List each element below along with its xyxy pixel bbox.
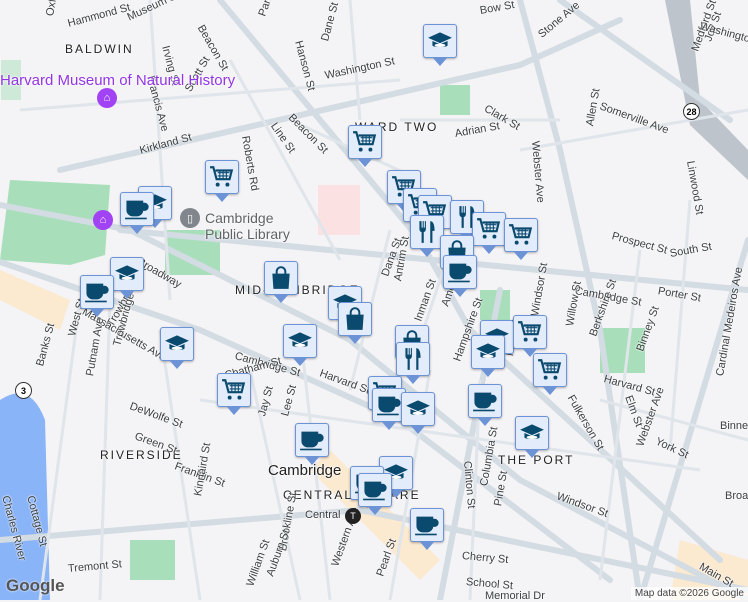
marker-pointer	[411, 426, 425, 434]
place-marker-coffee[interactable]	[295, 423, 329, 465]
place-marker-cart[interactable]	[348, 125, 382, 167]
cart-icon	[205, 160, 239, 194]
street-label: Binney St	[720, 420, 748, 432]
place-marker-cart[interactable]	[504, 218, 538, 260]
place-marker-coffee[interactable]	[80, 275, 114, 317]
marker-pointer	[433, 58, 447, 66]
museum-icon[interactable]: ⌂	[93, 210, 113, 230]
google-logo[interactable]: Google	[6, 576, 65, 596]
marker-pointer	[368, 507, 382, 515]
coffee-icon	[468, 384, 502, 418]
coffee-icon	[410, 508, 444, 542]
street-label: Memorial Dr	[485, 590, 545, 602]
bag-icon	[264, 261, 298, 295]
place-marker-school[interactable]	[110, 257, 144, 299]
museum-icon[interactable]: ⌂	[97, 88, 117, 108]
marker-pointer	[348, 336, 362, 344]
map-attribution[interactable]: Map data ©2026 Google	[630, 587, 748, 600]
place-marker-cart[interactable]	[205, 160, 239, 202]
school-icon	[471, 335, 505, 369]
library-label[interactable]: Cambridge Public Library	[205, 210, 305, 242]
place-marker-coffee[interactable]	[120, 192, 154, 234]
marker-pointer	[382, 422, 396, 430]
neighborhood-label: BALDWIN	[65, 42, 134, 56]
place-marker-coffee[interactable]	[443, 255, 477, 297]
place-marker-coffee[interactable]	[410, 508, 444, 550]
coffee-icon	[295, 423, 329, 457]
place-marker-bag[interactable]	[338, 302, 372, 344]
place-marker-school[interactable]	[283, 324, 317, 366]
place-marker-school[interactable]	[423, 24, 457, 66]
marker-pointer	[478, 418, 492, 426]
marker-pointer	[293, 358, 307, 366]
coffee-icon	[443, 255, 477, 289]
school-icon	[515, 416, 549, 450]
place-marker-cart[interactable]	[472, 212, 506, 254]
library-icon[interactable]: ▯	[180, 208, 200, 228]
marker-pointer	[525, 450, 539, 458]
school-icon	[283, 324, 317, 358]
place-marker-school[interactable]	[515, 416, 549, 458]
place-marker-school[interactable]	[401, 392, 435, 434]
marker-pointer	[420, 542, 434, 550]
school-icon	[401, 392, 435, 426]
cart-icon	[217, 373, 251, 407]
fork-icon	[396, 342, 430, 376]
marker-pointer	[514, 252, 528, 260]
place-marker-cart[interactable]	[533, 353, 567, 395]
bag-icon	[338, 302, 372, 336]
marker-pointer	[420, 249, 434, 257]
coffee-icon	[120, 192, 154, 226]
place-marker-school[interactable]	[471, 335, 505, 377]
cart-icon	[504, 218, 538, 252]
transit-icon[interactable]: T	[345, 508, 361, 524]
route-shield: 3	[15, 382, 32, 399]
place-marker-bag[interactable]	[264, 261, 298, 303]
marker-pointer	[130, 226, 144, 234]
marker-pointer	[90, 309, 104, 317]
marker-pointer	[274, 295, 288, 303]
place-marker-coffee[interactable]	[468, 384, 502, 426]
marker-pointer	[481, 369, 495, 377]
place-marker-cart[interactable]	[217, 373, 251, 415]
marker-pointer	[358, 159, 372, 167]
cart-icon	[513, 315, 547, 349]
cart-icon	[472, 212, 506, 246]
marker-pointer	[120, 291, 134, 299]
marker-pointer	[406, 376, 420, 384]
place-marker-school[interactable]	[160, 327, 194, 369]
place-marker-cart[interactable]	[513, 315, 547, 357]
school-icon	[423, 24, 457, 58]
place-marker-coffee[interactable]	[358, 473, 392, 515]
coffee-icon	[358, 473, 392, 507]
marker-pointer	[227, 407, 241, 415]
street-label: Broadway	[725, 490, 748, 502]
transit-label[interactable]: Central	[305, 509, 340, 521]
marker-pointer	[305, 457, 319, 465]
cart-icon	[533, 353, 567, 387]
marker-pointer	[482, 246, 496, 254]
fork-icon	[410, 215, 444, 249]
marker-pointer	[453, 289, 467, 297]
museum-label[interactable]: Harvard Museum of Natural History	[0, 72, 235, 89]
coffee-icon	[80, 275, 114, 309]
cart-icon	[348, 125, 382, 159]
marker-pointer	[543, 387, 557, 395]
marker-pointer	[215, 194, 229, 202]
route-shield: 28	[683, 103, 700, 120]
marker-pointer	[170, 361, 184, 369]
place-marker-fork[interactable]	[410, 215, 444, 257]
school-icon	[110, 257, 144, 291]
school-icon	[160, 327, 194, 361]
